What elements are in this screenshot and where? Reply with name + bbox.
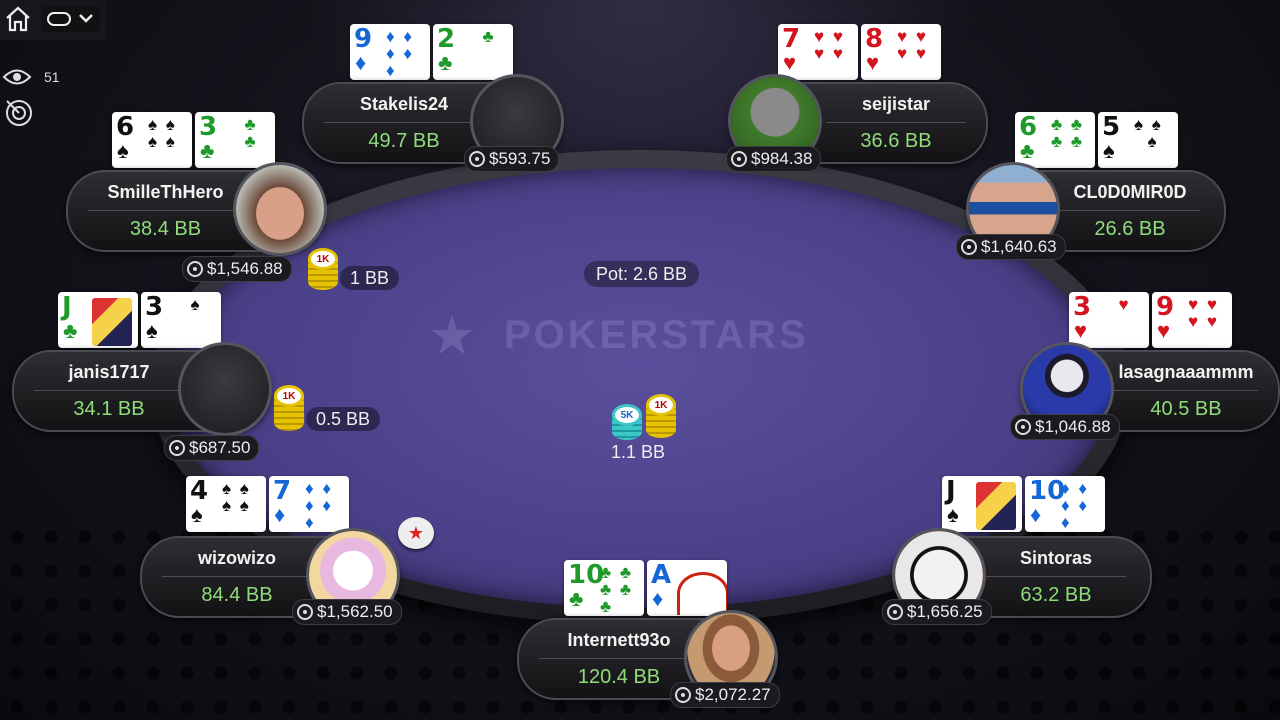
card: 10 ♦ ♦ ♦ ♦ ♦ ♦ [1025,476,1105,532]
home-icon[interactable] [3,4,33,34]
viewer-count: 51 [44,69,60,85]
card: 7 ♦ ♦ ♦ ♦ ♦ ♦ [269,476,349,532]
bet-chip: 1K [308,248,338,290]
player-balance: $1,656.25 [882,599,992,625]
bet-chip: 1K [274,385,304,431]
card: 3 ♠ ♠ [141,292,221,348]
center-chip-5k: 5K [612,404,642,440]
card: 10 ♣ ♣ ♣ ♣ ♣ ♣ [564,560,644,616]
center-chip-1k: 1K [646,394,676,438]
card: 2 ♣ ♣ [433,24,513,80]
card: 3 ♥ ♥ [1069,292,1149,348]
card: 8 ♥ ♥ ♥ ♥ ♥ [861,24,941,80]
card: 3 ♣ ♣ ♣ [195,112,275,168]
balance-icon [469,151,485,167]
player-balance: $984.38 [726,146,822,172]
balance-icon [961,239,977,255]
card: A ♦ [647,560,727,616]
bet-label: 0.5 BB [306,407,381,431]
player-balance: $1,046.88 [1010,414,1120,440]
card: 6 ♣ ♣ ♣ ♣ ♣ [1015,112,1095,168]
balance-icon [169,440,185,456]
top-left-toolbar [0,0,106,40]
logo-star-icon: ★ [427,305,477,366]
balance-icon [187,261,203,277]
card: J ♣ [58,292,138,348]
player-balance: $687.50 [164,435,260,461]
balance-icon [1015,419,1031,435]
balance-icon [887,604,903,620]
pokerstars-logo: ★ POKERSTARS [412,300,892,370]
player-balance: $2,072.27 [670,682,780,708]
player-balance: $1,640.63 [956,234,1066,260]
avatar[interactable] [178,342,272,436]
center-bet-label: 1.1 BB [611,441,666,462]
player-balance: $1,562.50 [292,599,402,625]
balance-icon [731,151,747,167]
card: 9 ♦ ♦ ♦ ♦ ♦ ♦ [350,24,430,80]
card: J ♠ [942,476,1022,532]
bet-label: 1 BB [340,266,400,290]
avatar[interactable] [233,162,327,256]
card: 6 ♠ ♠ ♠ ♠ ♠ [112,112,192,168]
balance-icon [297,604,313,620]
card: 4 ♠ ♠ ♠ ♠ ♠ [186,476,266,532]
player-balance: $1,546.88 [182,256,292,282]
pot-label: Pot: 2.6 BB [584,261,700,287]
view-toggle-button[interactable] [42,6,100,32]
dealer-button: ★ [398,517,434,549]
card: 7 ♥ ♥ ♥ ♥ ♥ [778,24,858,80]
eye-icon[interactable] [2,66,32,88]
card: 5 ♠ ♠ ♠ ♠ [1098,112,1178,168]
chevron-down-icon [47,12,93,26]
player-balance: $593.75 [464,146,560,172]
target-icon[interactable] [3,96,35,128]
balance-icon [675,687,691,703]
card: 9 ♥ ♥ ♥ ♥ ♥ [1152,292,1232,348]
